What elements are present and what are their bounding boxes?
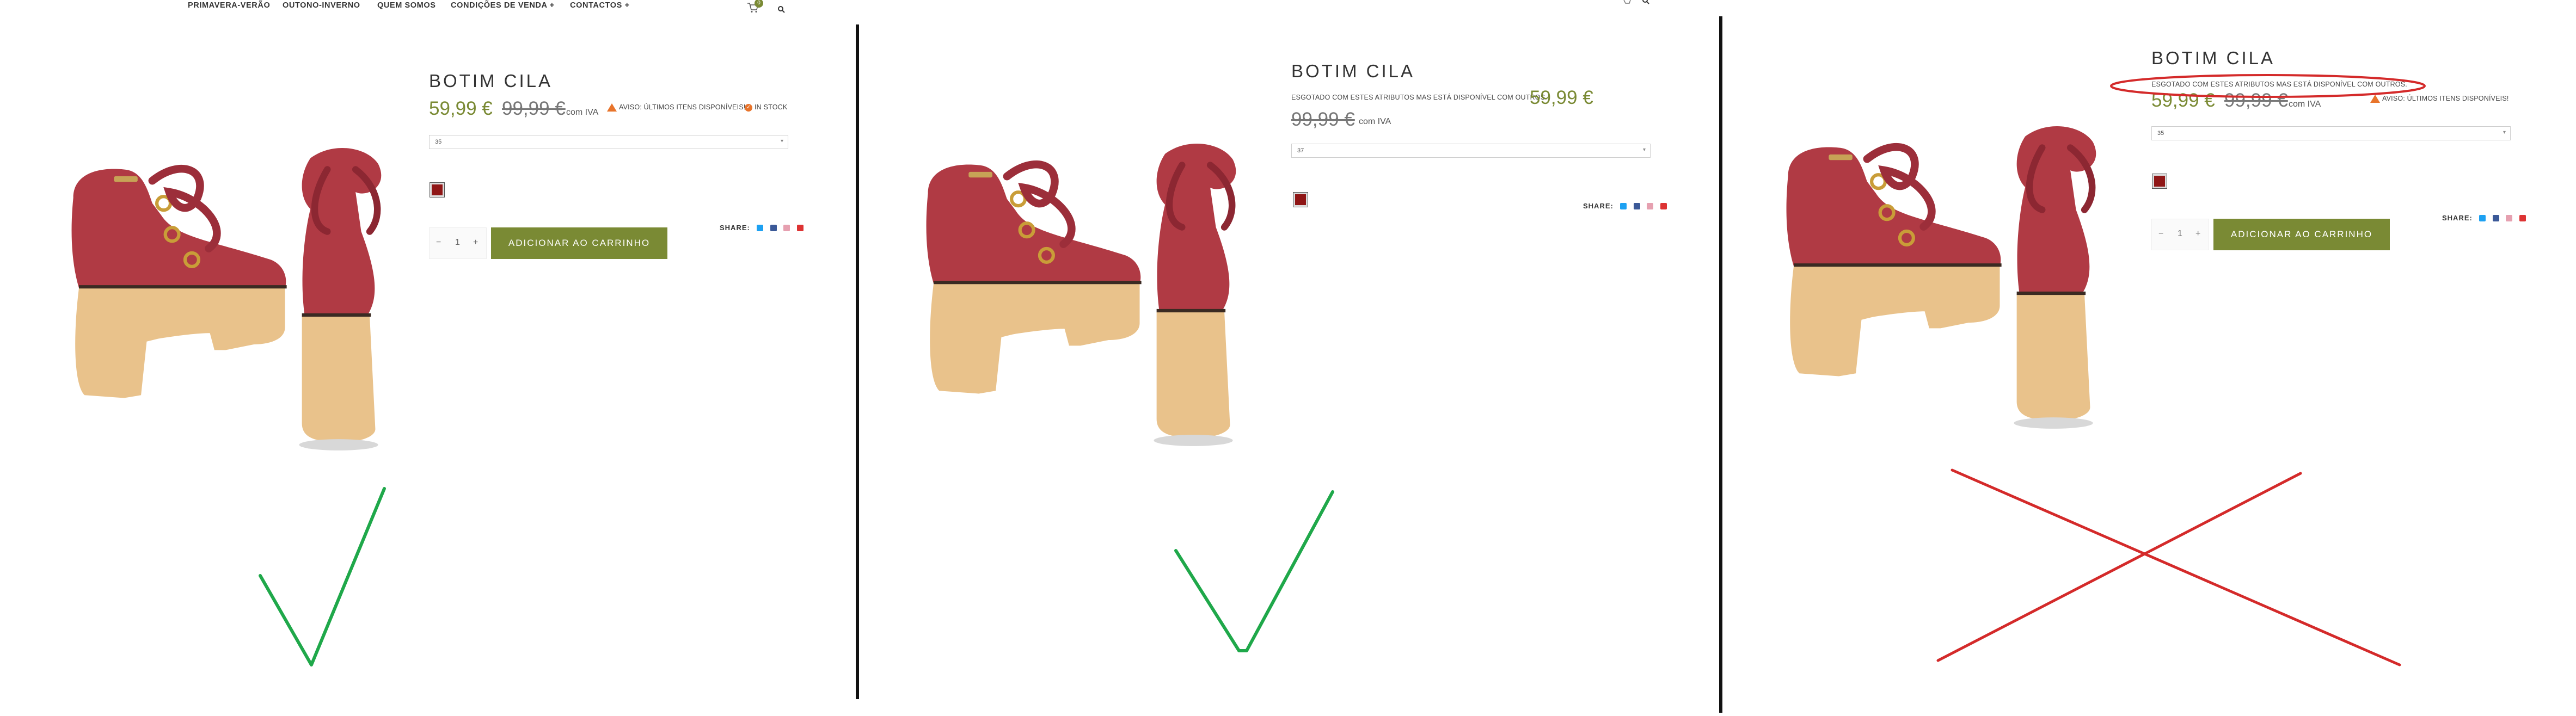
cross-icon [1936, 468, 2401, 666]
highlight-ellipse [2110, 74, 2426, 98]
annotation-overlay [259, 74, 2426, 666]
checkmark-icon [259, 487, 386, 666]
checkmark-icon [1174, 490, 1334, 652]
